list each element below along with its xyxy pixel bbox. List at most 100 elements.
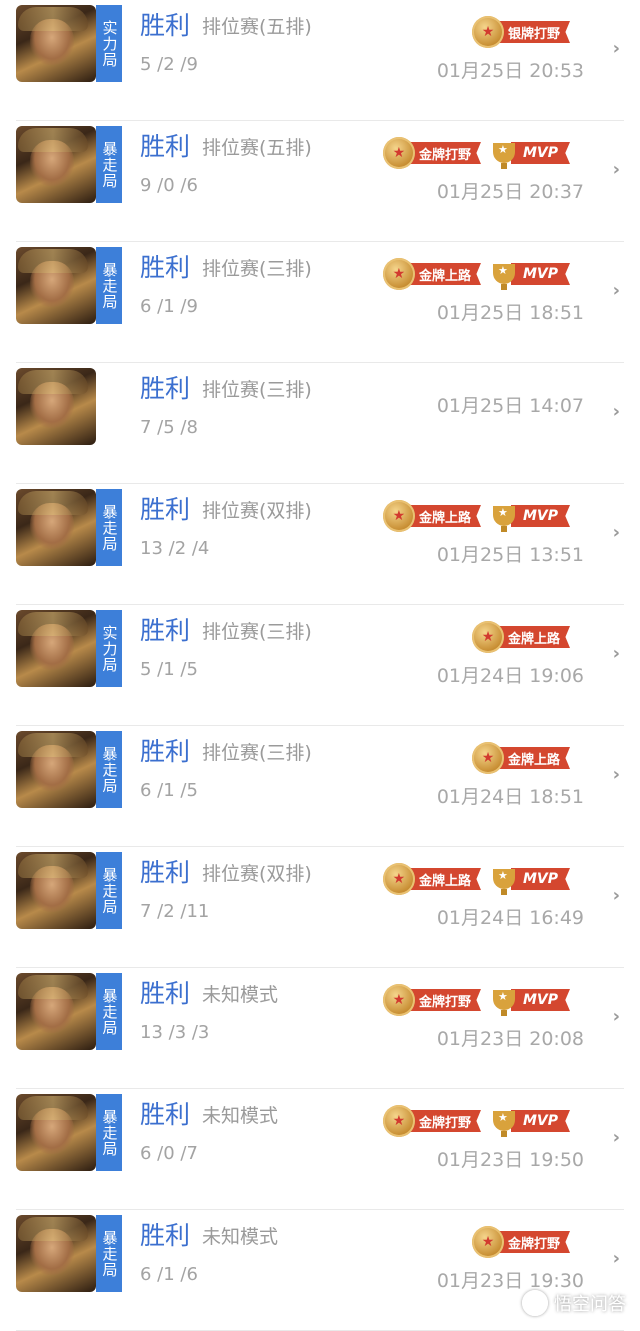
hero-avatar: 暴走局 [16, 731, 122, 808]
match-result: 胜利 [140, 374, 191, 403]
chevron-right-icon[interactable]: › [613, 159, 620, 180]
position-medal-badge: ★ 金牌打野 [382, 984, 481, 1016]
match-time: 01月25日 20:53 [436, 60, 584, 82]
trophy-icon: ★ [489, 1105, 519, 1137]
match-row[interactable]: 实力局 胜利 排位赛(五排) 5 /2 /9 ★ 银牌打野 01月25日 20:53 › [16, 0, 624, 121]
hero-avatar: 暴走局 [16, 1215, 122, 1292]
medal-label: 金牌上路 [493, 747, 570, 769]
match-type-tag: 暴走局 [96, 489, 122, 566]
medal-icon: ★ [382, 1105, 415, 1137]
match-mode: 排位赛(双排) [202, 863, 312, 885]
match-mode: 排位赛(三排) [202, 742, 312, 764]
kda-score: 13 /2 /4 [140, 538, 210, 559]
match-row[interactable]: 暴走局 胜利 排位赛(双排) 13 /2 /4 ★ 金牌上路 ★ MVP 01月25日 13:5… [16, 484, 624, 605]
match-type-tag: 暴走局 [96, 247, 122, 324]
medal-label: 金牌打野 [493, 1231, 570, 1253]
match-type-tag: 暴走局 [96, 973, 122, 1050]
hero-avatar: 暴走局 [16, 247, 122, 324]
match-row[interactable]: 暴走局 胜利 未知模式 6 /0 /7 ★ 金牌打野 ★ MVP 01月23日 19:50 › [16, 1089, 624, 1210]
kda-score: 6 /0 /7 [140, 1143, 198, 1164]
match-result: 胜利 [140, 11, 191, 40]
match-result: 胜利 [140, 616, 191, 645]
match-result: 胜利 [140, 132, 191, 161]
medal-label: 金牌打野 [404, 989, 481, 1011]
badge-group: ★ 金牌打野 [471, 1226, 570, 1258]
medal-label: 金牌上路 [404, 868, 481, 890]
hero-portrait [16, 126, 96, 203]
medal-label: 金牌打野 [404, 142, 481, 164]
hero-portrait [16, 852, 96, 929]
trophy-icon: ★ [489, 258, 519, 290]
position-medal-badge: ★ 金牌上路 [471, 742, 570, 774]
hero-portrait [16, 973, 96, 1050]
hero-avatar: 暴走局 [16, 489, 122, 566]
match-mode: 排位赛(三排) [202, 258, 312, 280]
trophy-icon: ★ [489, 863, 519, 895]
chevron-right-icon[interactable]: › [613, 764, 620, 785]
match-row[interactable]: 暴走局 胜利 未知模式 13 /3 /3 ★ 金牌打野 ★ MVP 01月23日 20:08 › [16, 968, 624, 1089]
hero-avatar: 实力局 [16, 5, 122, 82]
medal-icon: ★ [382, 137, 415, 169]
chevron-right-icon[interactable]: › [613, 643, 620, 664]
mvp-badge: ★ MVP [489, 863, 570, 895]
match-mode: 排位赛(五排) [202, 16, 312, 38]
match-result: 胜利 [140, 1100, 191, 1129]
match-time: 01月24日 19:06 [436, 665, 584, 687]
badge-group: ★ 银牌打野 [471, 16, 570, 48]
mvp-badge: ★ MVP [489, 984, 570, 1016]
position-medal-badge: ★ 金牌上路 [382, 500, 481, 532]
watermark: 悟空问答 [522, 1290, 626, 1316]
chevron-right-icon[interactable]: › [613, 885, 620, 906]
chevron-right-icon[interactable]: › [613, 522, 620, 543]
match-mode: 未知模式 [202, 984, 279, 1006]
position-medal-badge: ★ 银牌打野 [471, 16, 570, 48]
match-type-tag: 暴走局 [96, 126, 122, 203]
match-row[interactable]: 暴走局 胜利 排位赛(五排) 9 /0 /6 ★ 金牌打野 ★ MVP 01月25日 20:37… [16, 121, 624, 242]
hero-portrait [16, 610, 96, 687]
chevron-right-icon[interactable]: › [613, 401, 620, 422]
hero-avatar: 暴走局 [16, 126, 122, 203]
match-mode: 排位赛(三排) [202, 621, 312, 643]
match-mode: 排位赛(五排) [202, 137, 312, 159]
hero-portrait [16, 247, 96, 324]
chevron-right-icon[interactable]: › [613, 1248, 620, 1269]
chevron-right-icon[interactable]: › [613, 1006, 620, 1027]
hero-avatar [16, 368, 122, 445]
hero-portrait [16, 731, 96, 808]
match-result: 胜利 [140, 979, 191, 1008]
match-row[interactable]: 暴走局 胜利 排位赛(双排) 7 /2 /11 ★ 金牌上路 ★ MVP 01月24日 16:4… [16, 847, 624, 968]
badge-group: ★ 金牌打野 ★ MVP [382, 137, 570, 169]
match-time: 01月24日 18:51 [436, 786, 584, 808]
match-row[interactable]: 暴走局 胜利 排位赛(三排) 6 /1 /9 ★ 金牌上路 ★ MVP 01月25日 18:51… [16, 242, 624, 363]
match-type-tag: 实力局 [96, 5, 122, 82]
match-row[interactable]: 暴走局 胜利 排位赛(三排) 6 /1 /5 ★ 金牌上路 01月24日 18:51 › [16, 726, 624, 847]
chevron-right-icon[interactable]: › [613, 280, 620, 301]
mvp-label: MVP [510, 989, 570, 1011]
match-row[interactable]: 胜利 排位赛(三排) 7 /5 /8 01月25日 14:07 › [16, 363, 624, 484]
kda-score: 13 /3 /3 [140, 1022, 210, 1043]
match-result: 胜利 [140, 1221, 191, 1250]
medal-icon: ★ [382, 863, 415, 895]
trophy-icon: ★ [489, 984, 519, 1016]
mvp-label: MVP [510, 868, 570, 890]
position-medal-badge: ★ 金牌上路 [471, 621, 570, 653]
medal-label: 金牌上路 [404, 505, 481, 527]
match-type-tag: 实力局 [96, 610, 122, 687]
match-row[interactable]: 实力局 胜利 排位赛(三排) 5 /1 /5 ★ 金牌上路 01月24日 19:06 › [16, 605, 624, 726]
hero-avatar: 暴走局 [16, 973, 122, 1050]
medal-icon: ★ [382, 258, 415, 290]
trophy-icon: ★ [489, 137, 519, 169]
match-time: 01月25日 13:51 [436, 544, 584, 566]
hero-portrait [16, 368, 96, 445]
chevron-right-icon[interactable]: › [613, 38, 620, 59]
match-time: 01月23日 19:30 [436, 1270, 584, 1292]
match-history-list: 实力局 胜利 排位赛(五排) 5 /2 /9 ★ 银牌打野 01月25日 20:53 › 暴走局… [0, 0, 640, 1331]
mvp-label: MVP [510, 505, 570, 527]
match-time: 01月25日 14:07 [436, 395, 584, 417]
match-type-tag: 暴走局 [96, 731, 122, 808]
watermark-logo-icon [522, 1290, 548, 1316]
match-result: 胜利 [140, 253, 191, 282]
badge-group: ★ 金牌上路 ★ MVP [382, 500, 570, 532]
chevron-right-icon[interactable]: › [613, 1127, 620, 1148]
match-mode: 排位赛(双排) [202, 500, 312, 522]
